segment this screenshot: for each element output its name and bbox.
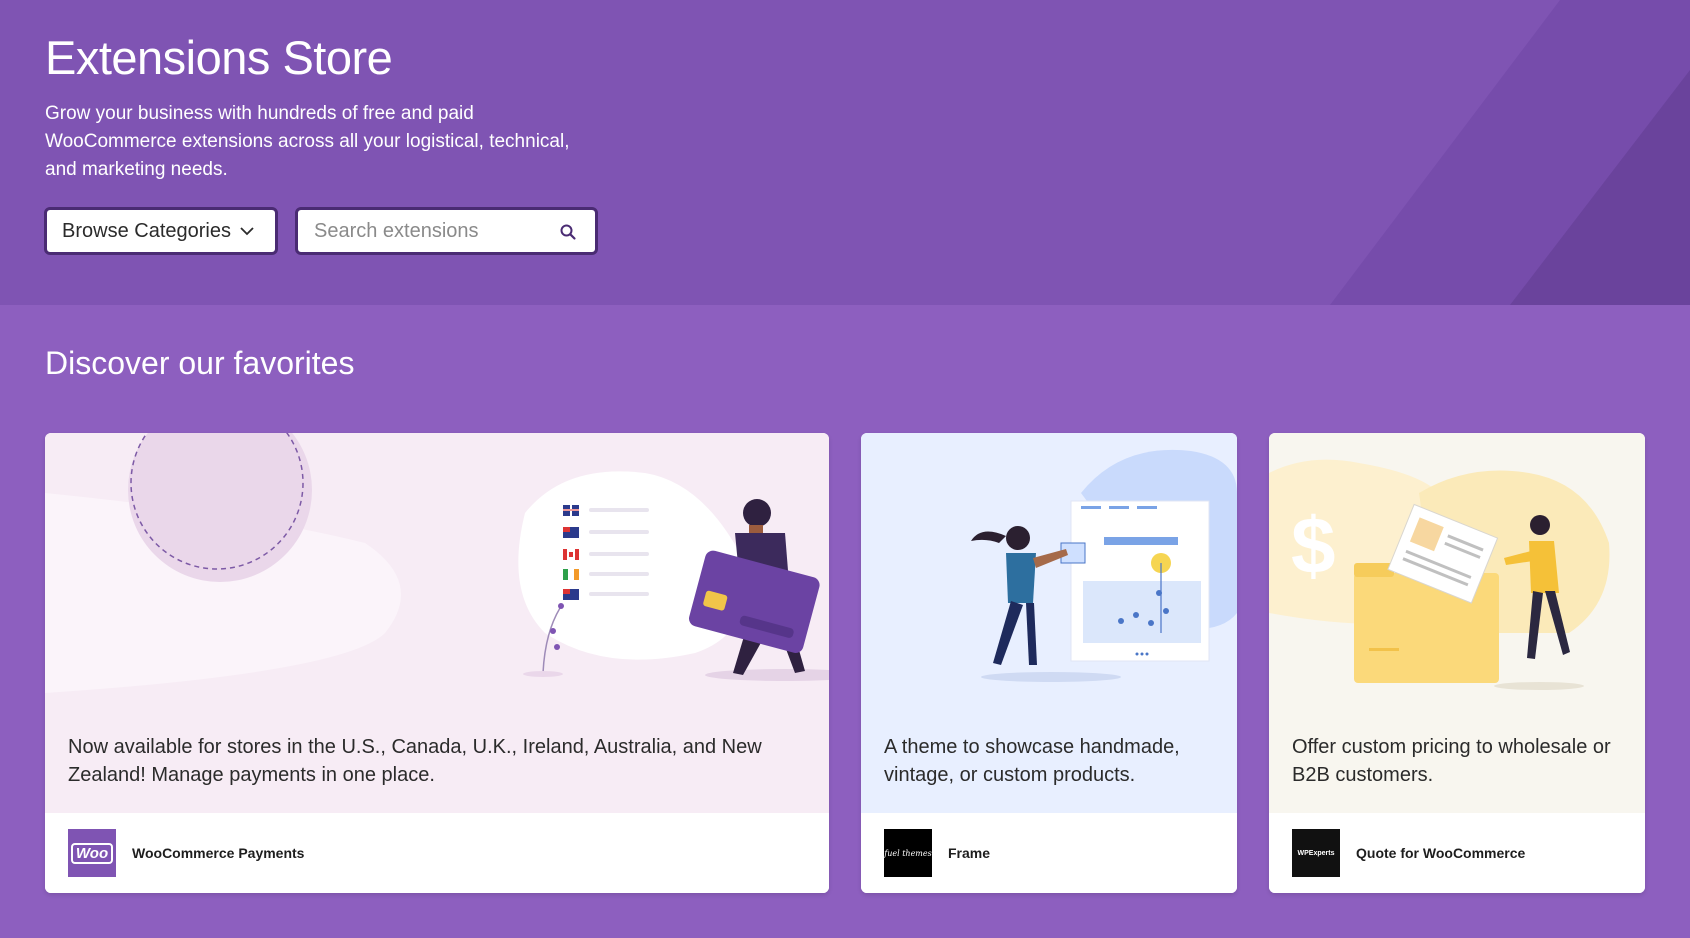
card-description: Offer custom pricing to wholesale or B2B… [1292, 736, 1611, 786]
card-footer[interactable]: WPExperts Quote for WooCommerce [1269, 813, 1645, 893]
product-name[interactable]: Frame [948, 845, 990, 861]
wpexperts-logo: WPExperts [1292, 829, 1340, 877]
logo-text: Woo [70, 842, 114, 864]
card-illustration: A theme to showcase handmade, vintage, o… [861, 433, 1237, 813]
fuel-themes-logo: fuel themes [884, 829, 932, 877]
card-quote-for-woocommerce[interactable]: $ Offer custom pricing to wholesale or B… [1269, 433, 1645, 893]
search-icon[interactable] [559, 223, 577, 241]
product-name[interactable]: WooCommerce Payments [132, 845, 304, 861]
hero-decoration [1330, 0, 1690, 305]
card-frame[interactable]: A theme to showcase handmade, vintage, o… [861, 433, 1237, 893]
card-description: Now available for stores in the U.S., Ca… [68, 736, 762, 786]
card-woocommerce-payments[interactable]: Now available for stores in the U.S., Ca… [45, 433, 829, 893]
section-title: Discover our favorites [45, 345, 355, 381]
card-footer[interactable]: Woo WooCommerce Payments [45, 813, 829, 893]
search-input[interactable] [298, 210, 558, 252]
card-illustration: Now available for stores in the U.S., Ca… [45, 433, 829, 813]
page-title: Extensions Store [45, 31, 393, 84]
search-box[interactable] [295, 207, 598, 255]
hero-description: Grow your business with hundreds of free… [45, 103, 570, 180]
product-name[interactable]: Quote for WooCommerce [1356, 845, 1525, 861]
card-illustration: $ Offer custom pricing to wholesale or B… [1269, 433, 1645, 813]
card-description: A theme to showcase handmade, vintage, o… [884, 736, 1180, 786]
card-footer[interactable]: fuel themes Frame [861, 813, 1237, 893]
browse-categories-button[interactable]: Browse Categories [44, 207, 278, 255]
woocommerce-logo: Woo [68, 829, 116, 877]
browse-categories-label: Browse Categories [62, 219, 231, 242]
svg-text:$: $ [1291, 501, 1336, 590]
logo-text: WPExperts [1297, 849, 1335, 857]
logo-text: fuel themes [884, 848, 932, 858]
chevron-down-icon [240, 227, 254, 236]
hero-banner: Extensions Store Grow your business with… [0, 0, 1690, 305]
